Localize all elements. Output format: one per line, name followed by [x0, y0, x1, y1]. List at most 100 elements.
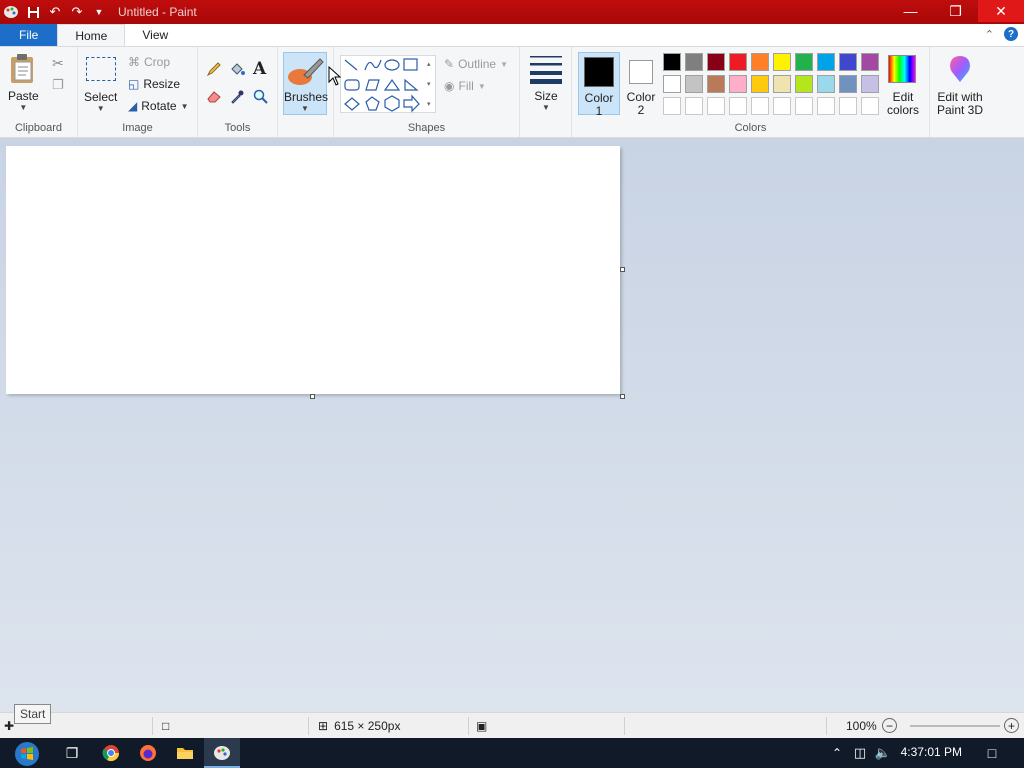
brushes-dropdown-icon[interactable]: ▼: [301, 104, 309, 113]
palette-swatch[interactable]: [751, 53, 769, 71]
zoom-in-button[interactable]: +: [1004, 718, 1019, 733]
customize-toolbar-icon[interactable]: ▼: [88, 0, 110, 24]
palette-swatch[interactable]: [817, 75, 835, 93]
crop-button[interactable]: ⌘ Crop: [128, 55, 170, 69]
chrome-taskbar-button[interactable]: [99, 742, 123, 764]
size-button[interactable]: Size ▼: [529, 53, 563, 112]
palette-swatch[interactable]: [751, 75, 769, 93]
palette-swatch-empty[interactable]: [707, 97, 725, 115]
brushes-button[interactable]: Brushes ▼: [283, 52, 328, 115]
svg-text:▴: ▴: [427, 61, 431, 68]
action-center-button[interactable]: □: [980, 742, 1004, 764]
close-icon[interactable]: ✕: [978, 0, 1024, 22]
resize-handle-right[interactable]: [620, 267, 625, 272]
palette-swatch[interactable]: [773, 75, 791, 93]
palette-swatch[interactable]: [707, 75, 725, 93]
palette-swatch[interactable]: [729, 75, 747, 93]
palette-swatch-empty[interactable]: [861, 97, 879, 115]
palette-swatch[interactable]: [795, 53, 813, 71]
copy-button[interactable]: ❐: [52, 77, 64, 93]
paint-taskbar-button[interactable]: [204, 738, 240, 768]
palette-swatch-empty[interactable]: [839, 97, 857, 115]
help-icon[interactable]: ?: [1004, 27, 1018, 41]
minimize-icon[interactable]: —: [888, 0, 933, 22]
pencil-tool[interactable]: [206, 61, 222, 77]
palette-swatch-empty[interactable]: [817, 97, 835, 115]
palette-swatch-empty[interactable]: [795, 97, 813, 115]
palette-swatch-empty[interactable]: [729, 97, 747, 115]
image-group: Select ▼ ⌘ Crop ◱ Resize ◢ Rotate ▼ Image: [78, 47, 198, 137]
redo-icon[interactable]: ↷: [66, 0, 88, 24]
outline-label: Outline: [458, 57, 497, 71]
rotate-button[interactable]: ◢ Rotate ▼: [128, 99, 189, 113]
task-view-button[interactable]: ❐: [60, 742, 84, 764]
taskbar-clock[interactable]: 4:37:01 PM: [901, 745, 962, 759]
tab-home[interactable]: Home: [57, 24, 126, 47]
copy-icon: ❐: [52, 77, 64, 92]
edit-with-paint3d-button[interactable]: Edit with Paint 3D: [932, 52, 988, 118]
zoom-slider[interactable]: [910, 725, 1000, 727]
color-picker-tool[interactable]: [229, 89, 245, 105]
palette-swatch[interactable]: [839, 75, 857, 93]
cursor-position-icon: ✚: [4, 719, 15, 733]
eraser-icon: [207, 91, 221, 103]
palette-swatch[interactable]: [685, 53, 703, 71]
tab-view[interactable]: View: [125, 24, 185, 46]
resize-button[interactable]: ◱ Resize: [128, 77, 180, 91]
shapes-gallery-icons[interactable]: ▴ ▾ ▾: [341, 56, 437, 114]
save-icon[interactable]: [22, 0, 44, 24]
rotate-label: Rotate: [141, 99, 177, 113]
fill-button[interactable]: ◉ Fill ▼: [444, 79, 486, 93]
magnifier-tool[interactable]: [253, 89, 269, 105]
select-button[interactable]: Select ▼: [84, 53, 117, 113]
palette-swatch-empty[interactable]: [685, 97, 703, 115]
text-tool[interactable]: A: [253, 59, 266, 79]
color1-button[interactable]: Color 1: [578, 52, 620, 118]
window-controls: — ❐ ✕: [888, 0, 1024, 24]
network-button[interactable]: ◫: [848, 742, 872, 764]
volume-button[interactable]: 🔈: [871, 742, 895, 764]
magnifier-icon: [253, 89, 268, 104]
palette-swatch-empty[interactable]: [773, 97, 791, 115]
resize-handle-bottom[interactable]: [310, 394, 315, 399]
eraser-tool[interactable]: [206, 89, 222, 103]
palette-swatch[interactable]: [707, 53, 725, 71]
size-dropdown-icon[interactable]: ▼: [542, 103, 550, 112]
undo-icon[interactable]: ↶: [44, 0, 66, 24]
cut-button[interactable]: ✂: [52, 55, 64, 72]
palette-swatch[interactable]: [861, 75, 879, 93]
drawing-canvas[interactable]: [6, 146, 620, 394]
palette-swatch[interactable]: [839, 53, 857, 71]
color2-button[interactable]: Color 2: [622, 52, 660, 117]
select-dropdown-icon[interactable]: ▼: [97, 104, 105, 113]
paste-button[interactable]: Paste ▼: [8, 53, 39, 112]
palette-swatch[interactable]: [729, 53, 747, 71]
zoom-out-button[interactable]: −: [882, 718, 897, 733]
palette-swatch[interactable]: [663, 75, 681, 93]
palette-swatch[interactable]: [817, 53, 835, 71]
paint-app-icon[interactable]: [0, 0, 22, 24]
zoom-level: 100%: [846, 719, 877, 733]
tab-file[interactable]: File: [0, 24, 58, 46]
collapse-ribbon-icon[interactable]: ⌃: [985, 28, 994, 41]
firefox-taskbar-button[interactable]: [136, 742, 160, 764]
palette-swatch[interactable]: [795, 75, 813, 93]
palette-swatch[interactable]: [685, 75, 703, 93]
start-button[interactable]: [12, 740, 42, 768]
fill-label: Fill: [458, 79, 474, 93]
palette-swatch-empty[interactable]: [751, 97, 769, 115]
palette-swatch-empty[interactable]: [663, 97, 681, 115]
outline-button[interactable]: ✎ Outline ▼: [444, 57, 508, 71]
show-hidden-icons-button[interactable]: ⌃: [825, 742, 849, 764]
palette-swatch[interactable]: [773, 53, 791, 71]
paste-label: Paste: [8, 89, 39, 103]
palette-swatch[interactable]: [663, 53, 681, 71]
firefox-icon: [140, 745, 156, 761]
resize-handle-corner[interactable]: [620, 394, 625, 399]
file-explorer-taskbar-button[interactable]: [173, 742, 197, 764]
palette-swatch[interactable]: [861, 53, 879, 71]
edit-colors-button[interactable]: Edit colors: [883, 52, 923, 118]
restore-icon[interactable]: ❐: [933, 0, 978, 22]
fill-tool[interactable]: [229, 61, 245, 77]
paste-dropdown-icon[interactable]: ▼: [19, 103, 27, 112]
